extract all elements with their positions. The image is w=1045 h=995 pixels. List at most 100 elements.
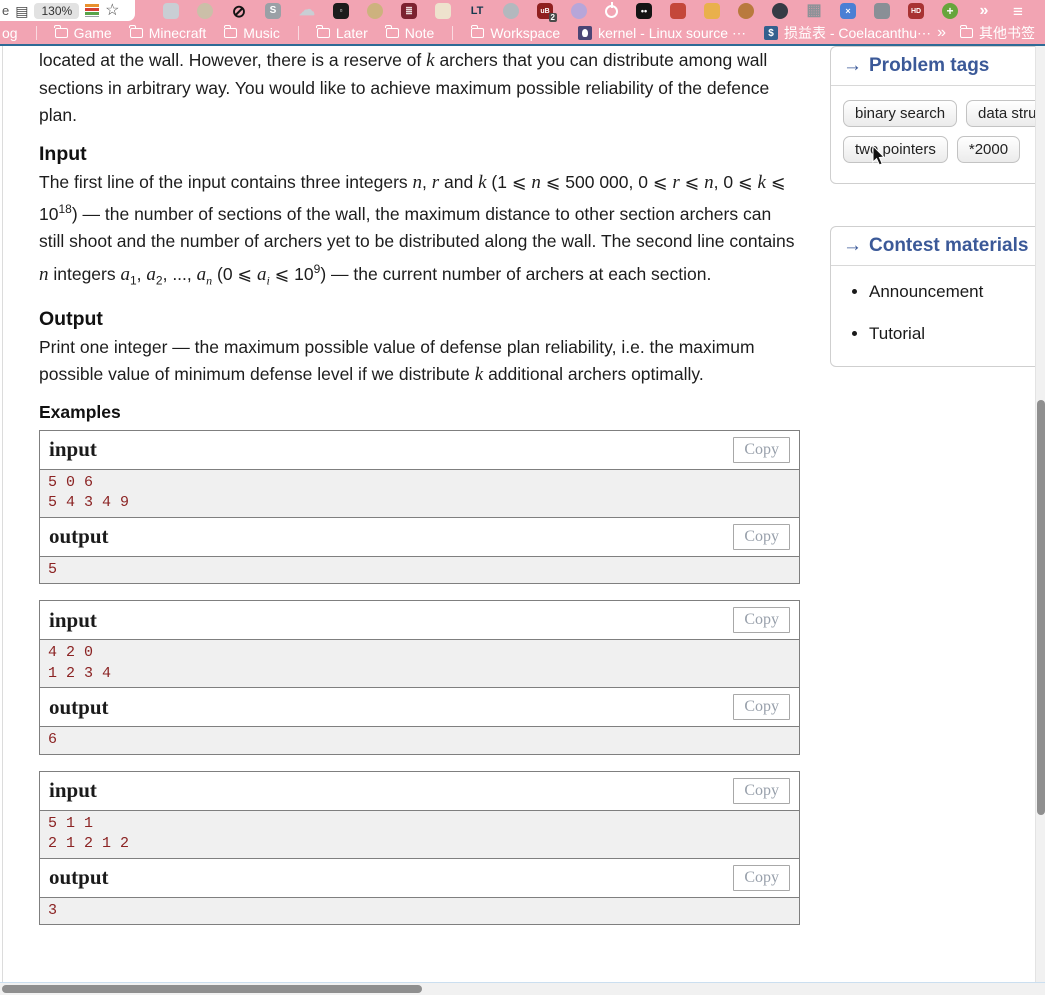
math-token: n [704, 172, 714, 193]
problem-tags-caption[interactable]: →Problem tags [831, 47, 1045, 86]
sample-input-data: 5 1 1 2 1 2 1 2 [40, 811, 799, 859]
bookmark-item[interactable]: Game [55, 25, 112, 41]
languagetool-icon[interactable]: LT [469, 3, 485, 19]
sample-input-header: input Copy [40, 601, 799, 640]
sample-output-caption: output [49, 524, 109, 549]
problem-tag[interactable]: *2000 [957, 136, 1020, 163]
copy-input-button[interactable]: Copy [733, 778, 790, 804]
problem-tag[interactable]: two pointers [843, 136, 948, 163]
vertical-scrollbar-thumb[interactable] [1037, 400, 1045, 815]
text-run: integers [49, 264, 121, 284]
contest-material-link[interactable]: Announcement [869, 282, 1045, 302]
bookmark-star-icon[interactable]: ☆ [105, 3, 119, 19]
sample-output-caption: output [49, 695, 109, 720]
math-token: 1 [130, 273, 137, 287]
math-token: 18 [58, 202, 71, 216]
math-token: k [758, 172, 766, 193]
bookmark-item[interactable]: og [2, 25, 18, 41]
bookmark-label: Workspace [490, 25, 560, 41]
cookie-icon[interactable] [738, 3, 754, 19]
bookmarks-overflow-icon[interactable]: » [937, 25, 946, 41]
problem-tags-list: binary search data structures two pointers… [831, 86, 1045, 183]
fox-sketch-icon[interactable] [435, 3, 451, 19]
sample-input-header: inputCopy [40, 431, 799, 470]
bookmark-label: Game [74, 25, 112, 41]
folder-icon [55, 28, 68, 38]
copy-input-button[interactable]: Copy [733, 607, 790, 633]
math-token: a [120, 264, 130, 285]
add-icon[interactable]: + [942, 3, 958, 19]
hd-icon[interactable]: HD [908, 3, 924, 19]
puzzle-icon[interactable]: × [840, 3, 856, 19]
sample-output-header: output Copy [40, 518, 799, 557]
sample-output-data: 5 [40, 557, 799, 584]
owl-icon[interactable] [367, 3, 383, 19]
vertical-scrollbar[interactable] [1035, 46, 1045, 983]
avatar-icon[interactable] [197, 3, 213, 19]
bookmark-item[interactable]: Music [224, 25, 280, 41]
text-run: , 0 ⩽ [714, 172, 758, 192]
bookmarks-separator [452, 26, 453, 40]
cloud-icon[interactable]: ☁ [299, 3, 315, 19]
bookmark-item[interactable]: Minecraft [130, 25, 207, 41]
text-run: ⩽ 500 000, 0 ⩽ [541, 172, 673, 192]
bookmark-item[interactable]: Later [317, 25, 368, 41]
camera-icon[interactable] [874, 3, 890, 19]
copy-output-button[interactable]: Copy [733, 524, 790, 550]
colored-bars-icon[interactable] [85, 4, 99, 17]
math-token: a [146, 264, 156, 285]
bookmarks-separator [36, 26, 37, 40]
bookmark-label: 损益表 - Coelacanthu⋯ [784, 23, 931, 43]
sample-input-caption: input [49, 608, 97, 633]
sample-output-data: 6 [40, 727, 799, 754]
contest-materials-caption[interactable]: →Contest materials [831, 227, 1045, 266]
math-token: n [531, 172, 541, 193]
ublock-shield-icon[interactable]: uB2 [537, 3, 553, 19]
copy-output-button[interactable]: Copy [733, 694, 790, 720]
server-stack-icon[interactable]: ≣ [401, 3, 417, 19]
bookmark-item[interactable]: Note [386, 25, 435, 41]
sample-tests: inputCopy5 0 6 5 4 3 4 9outputCopy5input… [39, 430, 800, 926]
text-run: located at the wall. However, there is a… [39, 50, 426, 70]
url-bar[interactable]: e ▤ 130% ☆ [0, 0, 135, 21]
media-player-icon[interactable]: •• [636, 3, 652, 19]
dollar-favicon: $ [764, 26, 778, 40]
qr-code-icon[interactable]: ▦ [806, 3, 822, 19]
output-specification-paragraph: Print one integer — the maximum possible… [39, 334, 800, 389]
bookmark-item[interactable]: Workspace [471, 25, 560, 41]
block-icon[interactable]: ⊘ [231, 3, 247, 19]
zoom-level-badge[interactable]: 130% [34, 3, 79, 19]
problem-tag[interactable]: data structures [966, 100, 1045, 127]
bookmark-label: og [2, 25, 18, 41]
reader-mode-icon[interactable]: ▤ [15, 4, 28, 18]
red-pixel-icon[interactable] [670, 3, 686, 19]
bookmark-label: Note [405, 25, 435, 41]
wrench-icon[interactable] [163, 3, 179, 19]
horizontal-scrollbar-thumb[interactable] [2, 985, 422, 993]
bookmark-label: Music [243, 25, 280, 41]
other-bookmarks-folder[interactable]: 其他书签 [960, 23, 1035, 43]
hands-icon[interactable] [704, 3, 720, 19]
grey-dot-icon[interactable] [503, 3, 519, 19]
toolbar-overflow-icon[interactable]: » [976, 3, 992, 19]
power-icon[interactable] [605, 5, 618, 18]
math-token: n [39, 264, 49, 285]
globe-icon[interactable] [772, 3, 788, 19]
contest-material-link[interactable]: Tutorial [869, 324, 1045, 344]
problem-tags-box: →Problem tags binary search data structur… [830, 46, 1045, 184]
menu-icon[interactable]: ≡ [1010, 3, 1026, 19]
copy-input-button[interactable]: Copy [733, 437, 790, 463]
copy-output-button[interactable]: Copy [733, 865, 790, 891]
bookmark-item[interactable]: $ 损益表 - Coelacanthu⋯ [764, 23, 931, 43]
floppy-save-icon[interactable]: ▫ [333, 3, 349, 19]
purple-pet-icon[interactable] [571, 3, 587, 19]
bookmark-label: Later [336, 25, 368, 41]
bookmark-item[interactable]: kernel - Linux source ⋯ [578, 25, 746, 42]
arrow-icon: → [843, 235, 862, 256]
folder-icon [317, 28, 330, 38]
s-extension-icon[interactable]: S [265, 3, 281, 19]
input-section-title: Input [39, 143, 800, 166]
examples-section-title: Examples [39, 402, 800, 423]
problem-tag[interactable]: binary search [843, 100, 957, 127]
horizontal-scrollbar[interactable] [0, 983, 1045, 995]
